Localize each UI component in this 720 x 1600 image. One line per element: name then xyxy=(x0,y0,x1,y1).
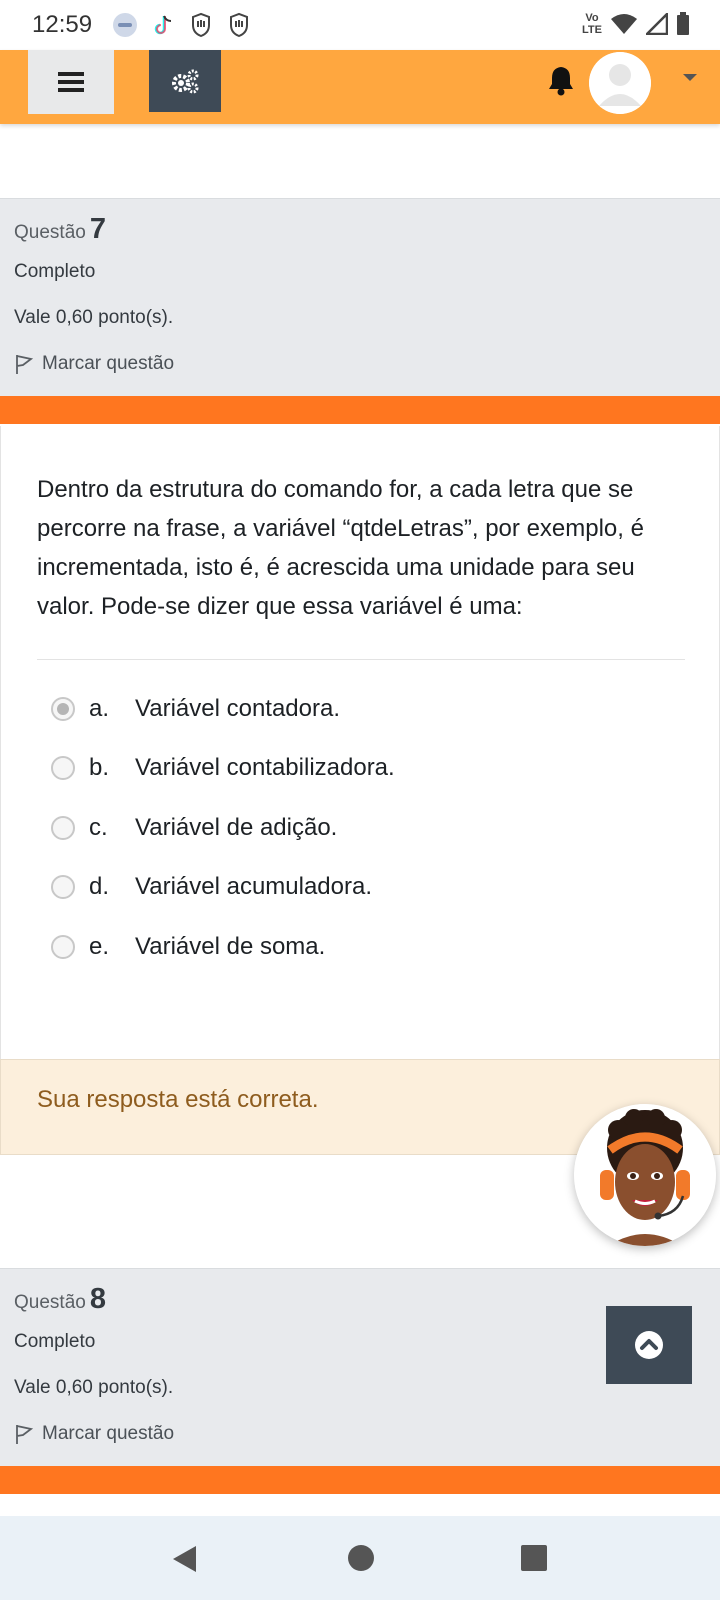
battery-icon xyxy=(677,12,689,35)
gears-icon xyxy=(172,69,199,94)
question-7-content: Dentro da estrutura do comando for, a ca… xyxy=(0,426,720,1059)
question-number: Questão 7 xyxy=(14,213,106,245)
radio-button-selected[interactable] xyxy=(51,697,75,721)
scroll-to-top-button[interactable] xyxy=(606,1306,692,1384)
menu-button[interactable] xyxy=(28,50,114,114)
hand-shield-icon xyxy=(188,12,214,38)
hand-shield-icon-2 xyxy=(226,12,252,38)
volte-indicator: Vo LTE xyxy=(582,12,602,36)
assistant-avatar-icon xyxy=(574,1104,716,1246)
question-state: Completo xyxy=(14,1331,96,1352)
question-grade: Vale 0,60 ponto(s). xyxy=(14,1377,174,1398)
signal-icon xyxy=(646,13,668,35)
system-navigation-bar xyxy=(0,1516,720,1600)
status-time: 12:59 xyxy=(32,11,93,38)
answer-option-b[interactable]: b. Variável contabilizadora. xyxy=(51,748,651,788)
user-avatar[interactable] xyxy=(589,52,651,114)
question-number: Questão 8 xyxy=(14,1283,106,1315)
answer-option-d[interactable]: d. Variável acumuladora. xyxy=(51,867,651,907)
answer-option-e[interactable]: e. Variável de soma. xyxy=(51,927,651,967)
answer-option-c[interactable]: c. Variável de adição. xyxy=(51,808,651,848)
hamburger-icon xyxy=(58,72,84,92)
question-grade: Vale 0,60 ponto(s). xyxy=(14,307,174,328)
bell-icon xyxy=(549,67,573,96)
flag-icon xyxy=(16,1425,34,1444)
virtual-assistant-button[interactable] xyxy=(574,1104,716,1246)
question-7-info: Questão 7 Completo Vale 0,60 ponto(s). Ma… xyxy=(0,198,720,396)
radio-button[interactable] xyxy=(51,935,75,959)
flag-icon xyxy=(16,355,34,374)
recents-icon[interactable] xyxy=(520,1544,548,1572)
back-icon[interactable] xyxy=(170,1544,198,1574)
wifi-icon xyxy=(611,14,637,34)
divider xyxy=(37,659,685,660)
user-silhouette-icon xyxy=(589,52,651,114)
radio-button[interactable] xyxy=(51,875,75,899)
flag-question-link[interactable]: Marcar questão xyxy=(14,1423,174,1445)
home-icon[interactable] xyxy=(347,1544,375,1572)
status-bar: 12:59 Vo LTE xyxy=(0,0,720,50)
answer-option-a[interactable]: a. Variável contadora. xyxy=(51,689,651,729)
top-navbar xyxy=(0,50,720,124)
question-7-divider-bar xyxy=(0,396,720,424)
question-8-divider-bar xyxy=(0,1466,720,1494)
question-text: Dentro da estrutura do comando for, a ca… xyxy=(37,476,644,620)
flag-question-link[interactable]: Marcar questão xyxy=(14,353,174,375)
caret-down-icon[interactable] xyxy=(683,74,697,81)
question-state: Completo xyxy=(14,261,96,282)
chevron-up-circle-icon xyxy=(635,1331,663,1359)
notification-bell-button[interactable] xyxy=(546,64,576,96)
settings-button[interactable] xyxy=(149,50,221,112)
radio-button[interactable] xyxy=(51,816,75,840)
app-notification-icon xyxy=(112,12,138,38)
radio-button[interactable] xyxy=(51,756,75,780)
tiktok-icon xyxy=(150,12,176,38)
